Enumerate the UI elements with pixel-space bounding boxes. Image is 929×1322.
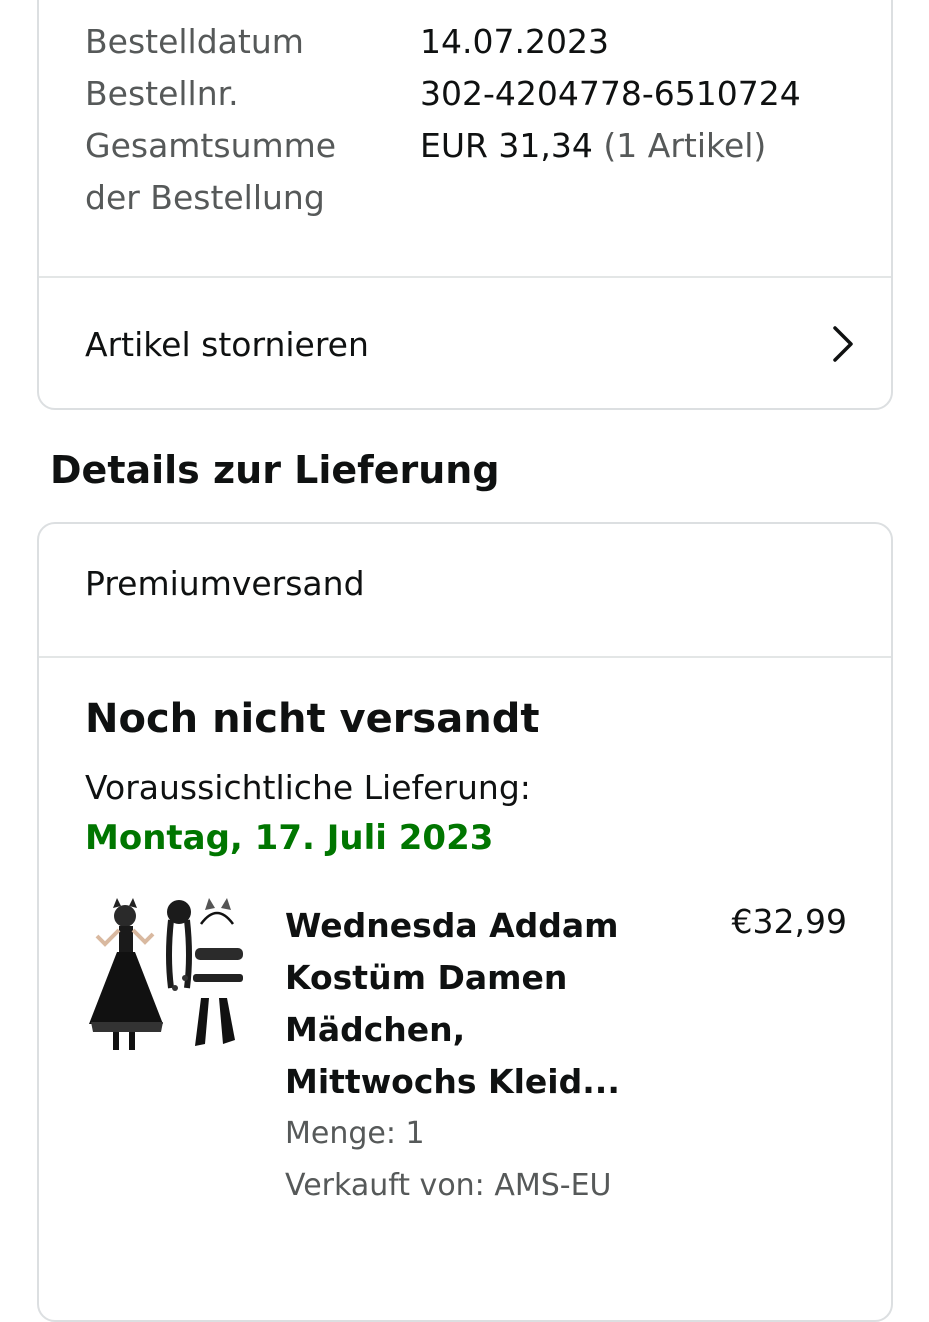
chevron-right-icon [833,326,853,362]
shipment-status: Noch nicht versandt [85,696,540,742]
order-summary-card: Bestelldatum 14.07.2023 Bestellnr. 302-4… [37,0,893,410]
section-title-delivery: Details zur Lieferung [50,448,500,492]
order-total-amount: EUR 31,34 [420,126,593,165]
product-seller: Verkauft von: AMS-EU [285,1168,612,1203]
order-number-value: 302-4204778-6510724 [420,74,801,113]
cancel-items-row[interactable]: Artikel stornieren [39,278,891,408]
order-total-value: EUR 31,34 (1 Artikel) [420,120,880,224]
order-total-items: (1 Artikel) [603,126,767,165]
divider [39,656,891,658]
delivery-card: Premiumversand Noch nicht versandt Vorau… [37,522,893,1322]
eta-label: Voraussichtliche Lieferung: [85,768,531,807]
product-title[interactable]: Wednesda Addam Kostüm Damen Mädchen, Mit… [285,900,645,1108]
product-price: €32,99 [731,902,847,941]
cancel-items-label: Artikel stornieren [85,324,369,364]
product-title-line: Wednesda Addam [285,906,619,945]
order-date-label: Bestelldatum [85,22,304,61]
product-title-line: Mädchen, [285,1010,466,1049]
order-total-label-line2: der Bestellung [85,178,325,217]
product-title-line: Kostüm Damen [285,958,568,997]
order-details-grid: Bestelldatum 14.07.2023 Bestellnr. 302-4… [85,16,880,224]
product-title-line: Mittwochs Kleid... [285,1062,620,1101]
order-total-label: Gesamtsumme der Bestellung [85,120,420,224]
product-quantity: Menge: 1 [285,1116,425,1151]
shipping-method: Premiumversand [85,564,365,603]
costume-product-image[interactable] [83,896,249,1066]
order-number-label: Bestellnr. [85,74,239,113]
order-total-label-line1: Gesamtsumme [85,126,337,165]
eta-date: Montag, 17. Juli 2023 [85,818,494,858]
order-date-value: 14.07.2023 [420,22,609,61]
